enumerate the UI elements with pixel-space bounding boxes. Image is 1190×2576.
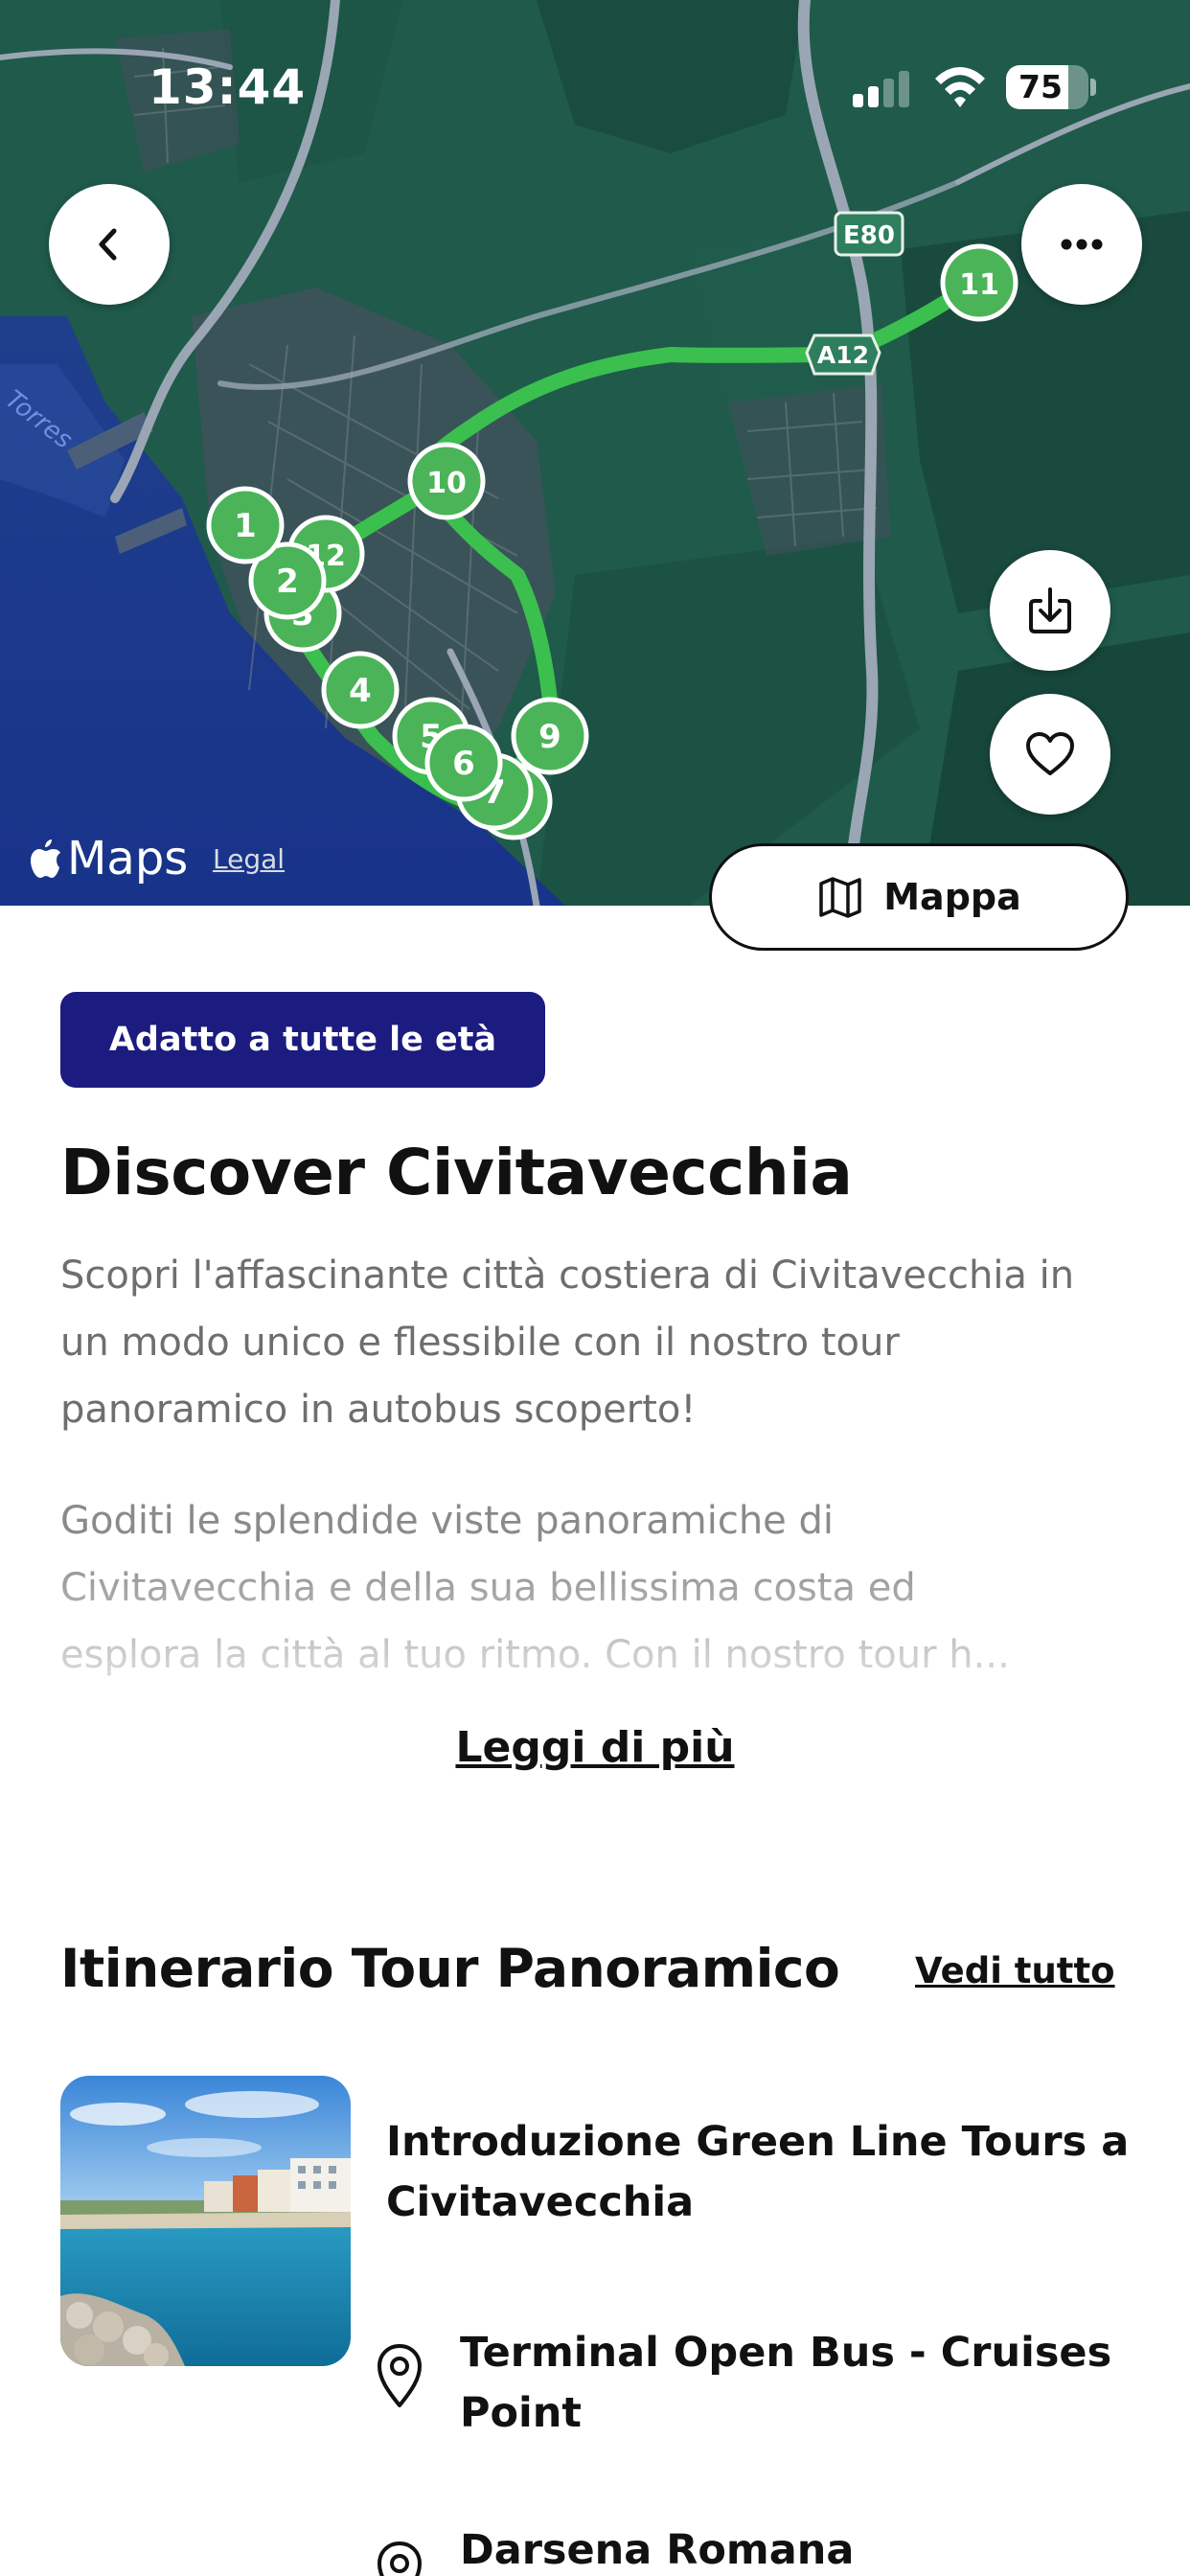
tour-description-preview: Goditi le splendide viste panoramiche di… bbox=[60, 1487, 1133, 1689]
download-button[interactable] bbox=[990, 550, 1110, 671]
route-stop-marker-1[interactable]: 1 bbox=[206, 486, 285, 564]
wifi-icon bbox=[935, 67, 985, 107]
legal-link[interactable]: Legal bbox=[213, 843, 285, 875]
marker-label: 4 bbox=[349, 672, 372, 710]
location-name: Darsena Romana bbox=[460, 2526, 855, 2574]
map-view-button[interactable]: Mappa bbox=[709, 843, 1129, 951]
back-button[interactable] bbox=[49, 184, 170, 305]
status-time: 13:44 bbox=[149, 59, 307, 115]
tour-description-paragraph: Scopri l'affascinante città costiera di … bbox=[60, 1254, 1075, 1432]
heart-icon bbox=[1026, 732, 1074, 775]
location-name: Terminal Open Bus - Cruises Point bbox=[460, 2329, 1112, 2437]
marker-label: 9 bbox=[538, 718, 561, 756]
marker-label: 11 bbox=[959, 268, 999, 302]
description-line: esplora la città al tuo ritmo. Con il no… bbox=[60, 1633, 1010, 1677]
road-label-a12: A12 bbox=[817, 341, 869, 369]
itinerary-section-title: Itinerario Tour Panoramico bbox=[60, 1938, 840, 1999]
highway-shield-a12: A12 bbox=[805, 334, 881, 376]
marker-label: 1 bbox=[234, 507, 257, 545]
route-map[interactable]: E80 A12 Torres 875694312211011 13:44 75 bbox=[0, 0, 1190, 906]
status-bar: 13:44 75 bbox=[0, 0, 1190, 172]
apple-logo-icon bbox=[31, 840, 60, 878]
route-stop-marker-6[interactable]: 6 bbox=[424, 724, 503, 802]
tour-title: Discover Civitavecchia bbox=[60, 1136, 853, 1209]
stop-thumbnail[interactable] bbox=[60, 2076, 351, 2366]
cellular-signal-icon bbox=[853, 71, 909, 107]
route-stop-marker-4[interactable]: 4 bbox=[321, 651, 400, 729]
harbor-photo bbox=[60, 2076, 351, 2366]
more-options-button[interactable] bbox=[1021, 184, 1142, 305]
road-label-e80: E80 bbox=[843, 221, 895, 250]
age-suitability-badge: Adatto a tutte le età bbox=[60, 992, 545, 1088]
description-line: Goditi le splendide viste panoramiche di bbox=[60, 1499, 835, 1543]
battery-cap bbox=[1090, 79, 1096, 96]
route-stop-marker-11[interactable]: 11 bbox=[940, 243, 1018, 322]
route-stop-marker-10[interactable]: 10 bbox=[407, 442, 486, 520]
favorite-button[interactable] bbox=[990, 694, 1110, 815]
chevron-left-icon bbox=[99, 228, 117, 261]
download-icon bbox=[1029, 587, 1071, 633]
route-stop-marker-9[interactable]: 9 bbox=[511, 697, 589, 775]
apple-maps-logo: Maps bbox=[29, 830, 188, 887]
see-all-link[interactable]: Vedi tutto bbox=[915, 1950, 1115, 1991]
location-pin-icon bbox=[378, 2542, 422, 2576]
battery-percent: 75 bbox=[1018, 68, 1063, 105]
map-icon bbox=[819, 877, 861, 918]
highway-shield-e80: E80 bbox=[834, 211, 904, 257]
marker-label: 2 bbox=[276, 563, 299, 601]
more-dots-icon bbox=[1061, 239, 1103, 250]
map-view-label: Mappa bbox=[883, 876, 1021, 918]
maps-wordmark: Maps bbox=[67, 832, 189, 886]
read-more-link[interactable]: Leggi di più bbox=[0, 1723, 1190, 1772]
stop-title[interactable]: Introduzione Green Line Tours a Civitave… bbox=[386, 2112, 1143, 2233]
battery-icon: 75 bbox=[1006, 65, 1088, 109]
marker-label: 10 bbox=[426, 467, 467, 500]
marker-label: 6 bbox=[452, 745, 475, 783]
description-line: Civitavecchia e della sua bellissima cos… bbox=[60, 1566, 916, 1610]
location-pin-icon bbox=[378, 2344, 422, 2407]
